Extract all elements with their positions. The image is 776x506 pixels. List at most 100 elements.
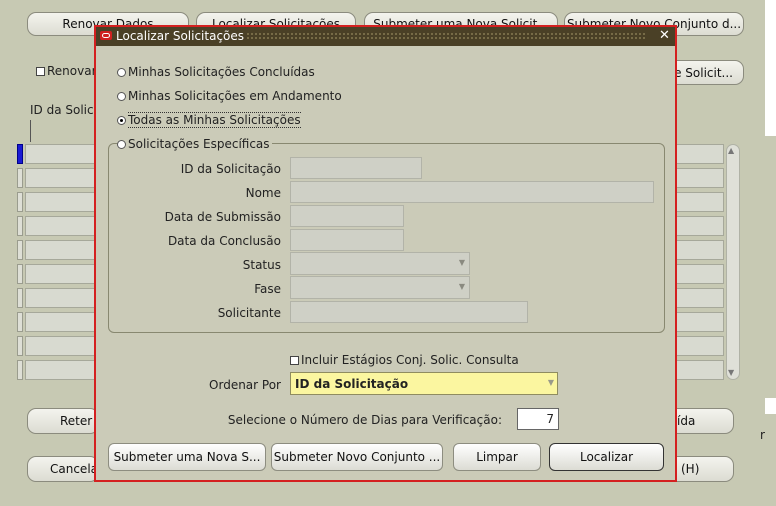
hold-button[interactable]: Reter <box>27 408 99 434</box>
close-icon[interactable]: ✕ <box>659 28 670 43</box>
row-selector[interactable] <box>17 168 23 188</box>
cancel-request-label: Cancela <box>50 462 99 476</box>
name-field[interactable] <box>290 181 654 203</box>
row-selector[interactable] <box>17 360 23 380</box>
row-selector[interactable] <box>17 312 23 332</box>
dialog-title: Localizar Solicitações <box>116 29 245 43</box>
radio-specific-requests[interactable]: Solicitações Específicas <box>117 137 272 151</box>
row-selector[interactable] <box>17 216 23 236</box>
radio-completed-label: Minhas Solicitações Concluídas <box>128 65 315 79</box>
table-row[interactable] <box>25 336 97 356</box>
chevron-down-icon[interactable]: ▼ <box>548 378 554 387</box>
oracle-logo-icon <box>100 31 112 40</box>
radio-completed-requests[interactable]: Minhas Solicitações Concluídas <box>117 65 315 79</box>
radio-all-my-requests[interactable]: Todas as Minhas Solicitações <box>117 112 301 128</box>
table-row[interactable] <box>675 240 724 260</box>
order-by-value: ID da Solicitação <box>295 377 409 391</box>
table-row[interactable] <box>675 288 724 308</box>
completion-date-label: Data da Conclusão <box>167 234 281 248</box>
title-bar-pattern <box>246 32 646 41</box>
right-panel-strip-lower <box>765 398 776 414</box>
help-button-label: (H) <box>681 462 700 476</box>
radio-in-progress-label: Minhas Solicitações em Andamento <box>128 89 342 103</box>
scroll-up-icon[interactable]: ▲ <box>728 146 734 155</box>
table-row[interactable] <box>25 144 97 164</box>
request-id-field[interactable] <box>290 157 422 179</box>
renew-checkbox-box[interactable] <box>36 67 45 76</box>
include-stages-label: Incluir Estágios Conj. Solic. Consulta <box>301 353 519 367</box>
radio-specific-label: Solicitações Específicas <box>128 137 270 151</box>
radio-in-progress-requests[interactable]: Minhas Solicitações em Andamento <box>117 89 342 103</box>
radio-all-label: Todas as Minhas Solicitações <box>128 112 301 128</box>
table-row[interactable] <box>25 240 97 260</box>
table-row[interactable] <box>25 312 97 332</box>
table-row[interactable] <box>25 216 97 236</box>
days-to-check-label: Selecione o Número de Dias para Verifica… <box>227 413 502 427</box>
radio-specific-indicator[interactable] <box>117 140 126 149</box>
right-edge-label: r <box>760 428 765 442</box>
chevron-down-icon: ▼ <box>458 258 465 267</box>
radio-in-progress-indicator[interactable] <box>117 92 126 101</box>
find-button-label: Localizar <box>579 450 634 464</box>
days-to-check-value: 7 <box>546 412 554 426</box>
table-row[interactable] <box>675 216 724 236</box>
table-row[interactable] <box>25 192 97 212</box>
requester-field[interactable] <box>290 301 528 323</box>
row-selector[interactable] <box>17 192 23 212</box>
chevron-down-icon: ▼ <box>458 282 465 291</box>
clear-button[interactable]: Limpar <box>453 443 541 471</box>
renew-checkbox[interactable]: Renovar <box>36 64 97 78</box>
order-by-label: Ordenar Por <box>209 378 281 392</box>
days-to-check-input[interactable]: 7 <box>517 408 559 430</box>
radio-completed-indicator[interactable] <box>117 68 126 77</box>
order-by-select[interactable]: ID da Solicitação ▼ <box>290 372 558 395</box>
submit-new-request-button[interactable]: Submeter uma Nova S... <box>108 443 266 471</box>
row-selector[interactable] <box>17 336 23 356</box>
name-label: Nome <box>245 186 281 200</box>
renew-checkbox-label: Renovar <box>47 64 97 78</box>
status-label: Status <box>242 258 281 272</box>
submit-new-request-label: Submeter uma Nova S... <box>113 450 261 464</box>
find-requests-dialog: Localizar Solicitações ✕ Minhas Solicita… <box>94 25 677 482</box>
row-selector[interactable] <box>17 240 23 260</box>
table-row[interactable] <box>675 312 724 332</box>
right-panel-strip <box>765 0 776 136</box>
row-selector-active[interactable] <box>17 144 23 164</box>
clear-button-label: Limpar <box>476 450 518 464</box>
table-scrollbar[interactable] <box>726 144 740 380</box>
table-row[interactable] <box>675 360 724 380</box>
table-row[interactable] <box>25 288 97 308</box>
view-output-label: ída <box>677 414 696 428</box>
table-row[interactable] <box>25 360 97 380</box>
radio-all-indicator[interactable] <box>117 116 126 125</box>
include-stages-box[interactable] <box>290 356 299 365</box>
status-dropdown[interactable]: ▼ <box>290 252 470 275</box>
hold-button-label: Reter <box>60 414 93 428</box>
completion-date-field[interactable] <box>290 229 404 251</box>
find-button[interactable]: Localizar <box>549 443 664 471</box>
row-selector[interactable] <box>17 264 23 284</box>
submission-date-field[interactable] <box>290 205 404 227</box>
submit-new-set-label: Submeter Novo Conjunto ... <box>273 450 441 464</box>
phase-dropdown[interactable]: ▼ <box>290 276 470 299</box>
include-stages-checkbox[interactable]: Incluir Estágios Conj. Solic. Consulta <box>290 353 519 367</box>
requester-label: Solicitante <box>217 306 281 320</box>
submission-date-label: Data de Submissão <box>164 210 281 224</box>
table-row[interactable] <box>25 168 97 188</box>
table-row[interactable] <box>675 336 724 356</box>
table-row[interactable] <box>675 192 724 212</box>
column-header-tick <box>30 120 31 142</box>
request-id-label: ID da Solicitação <box>180 162 281 176</box>
table-row[interactable] <box>675 264 724 284</box>
table-row[interactable] <box>675 168 724 188</box>
dialog-title-bar[interactable]: Localizar Solicitações ✕ <box>96 27 675 46</box>
phase-label: Fase <box>254 282 281 296</box>
table-row[interactable] <box>25 264 97 284</box>
view-request-label: e Solicit... <box>674 65 733 80</box>
row-selector[interactable] <box>17 288 23 308</box>
request-id-column-header: ID da Solic <box>30 103 94 117</box>
table-row[interactable] <box>675 144 724 164</box>
scroll-down-icon[interactable]: ▼ <box>728 368 734 377</box>
submit-new-set-button[interactable]: Submeter Novo Conjunto ... <box>271 443 443 471</box>
cancel-request-button[interactable]: Cancela <box>27 456 99 482</box>
